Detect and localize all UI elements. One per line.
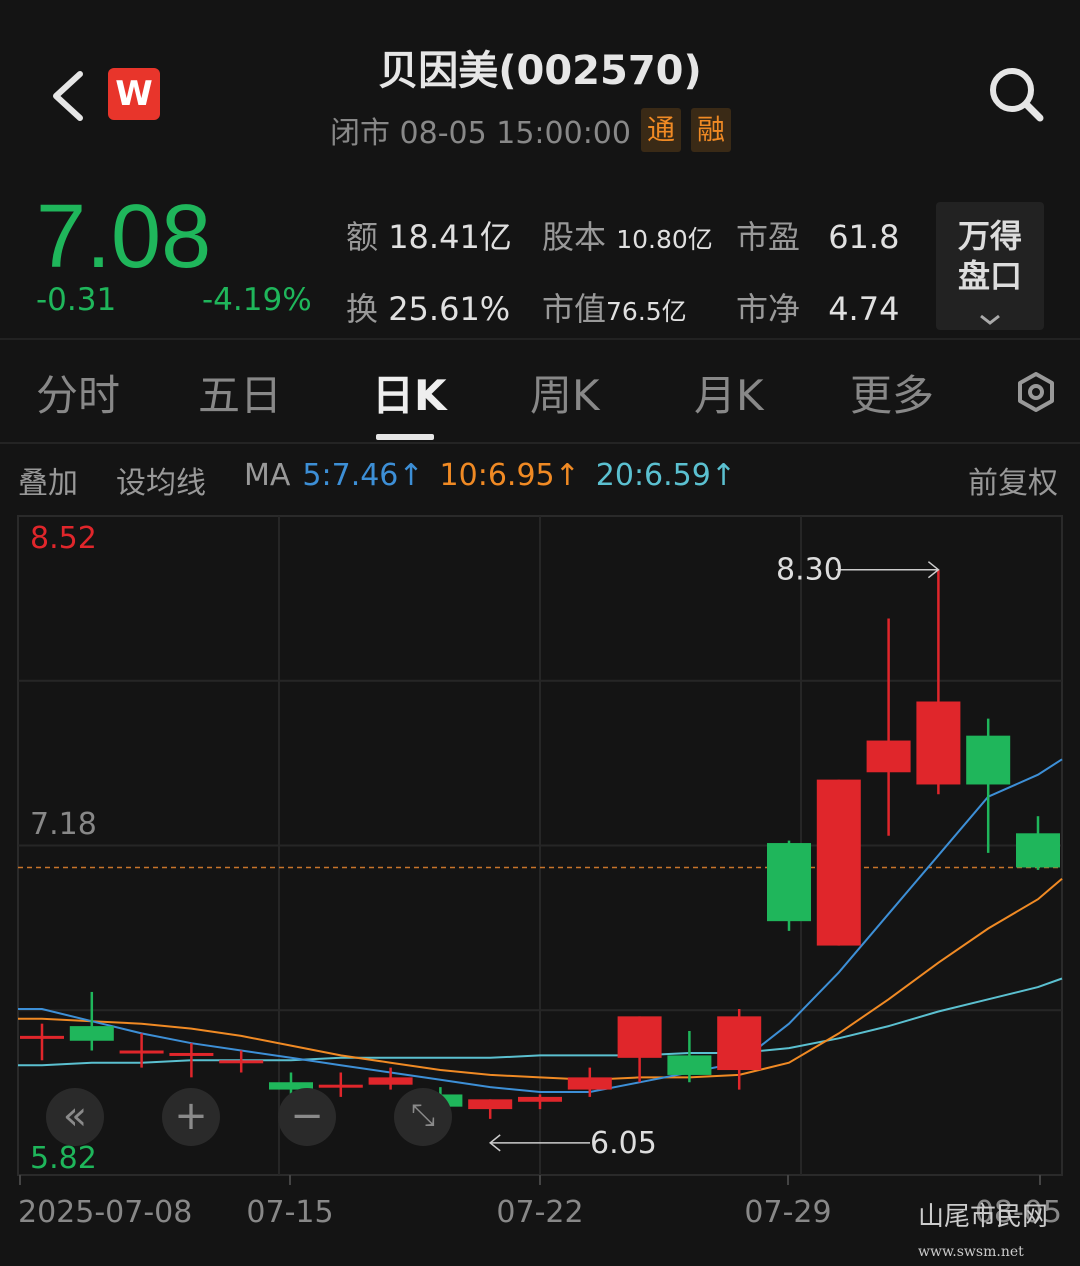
capital-value: 10.80亿: [616, 225, 713, 254]
kline-chart[interactable]: 8.52 7.18 5.82 8.30 6.05 2025-07-08 07-15 07-22…: [0, 510, 1080, 1266]
tab-intraday[interactable]: 分时: [36, 362, 120, 423]
candle-body: [667, 1055, 712, 1075]
mcap-label: 市值: [542, 290, 607, 328]
ma-label: MA: [244, 458, 291, 493]
amount-value: 18.41亿: [388, 218, 512, 256]
candle-body: [866, 740, 911, 773]
candle-body: [69, 1026, 114, 1041]
divider: [0, 442, 1080, 444]
active-tab-indicator: [376, 434, 434, 440]
market-status-text: 闭市 08-05 15:00:00: [330, 116, 631, 151]
low-annotation-label: 6.05: [590, 1126, 657, 1161]
y-max-label: 8.52: [30, 521, 97, 556]
pb-value: 4.74: [828, 290, 900, 328]
candle-body: [219, 1060, 264, 1064]
price-change-percent: -4.19%: [202, 282, 312, 318]
candle-body: [20, 1035, 64, 1039]
rewind-button[interactable]: «: [46, 1088, 104, 1146]
candle-body: [1016, 833, 1060, 868]
candle-body: [567, 1077, 612, 1090]
rong-badge: 融: [691, 108, 732, 152]
price-change: -0.31: [36, 282, 117, 318]
fullscreen-icon[interactable]: ⤡: [394, 1088, 452, 1146]
amount-label: 额: [346, 218, 379, 256]
candle-body: [617, 1016, 662, 1058]
candle-body: [966, 735, 1011, 785]
candle-body: [468, 1099, 513, 1110]
turnover-label: 换: [346, 290, 379, 328]
x-tick-label: 07-29: [744, 1195, 831, 1230]
current-price: 7.08: [36, 187, 212, 287]
pb-label: 市净: [736, 290, 801, 328]
x-tick-label: 07-22: [496, 1195, 583, 1230]
candle-body: [368, 1077, 413, 1085]
tab-weekly-k[interactable]: 周K: [530, 362, 600, 423]
pe-field: 市盈 61.8: [736, 212, 899, 258]
zoom-in-button[interactable]: +: [162, 1088, 220, 1146]
y-min-label: 5.82: [30, 1141, 97, 1176]
x-tick-label: 07-15: [246, 1195, 333, 1230]
pb-field: 市净 4.74: [736, 284, 899, 330]
adjust-button[interactable]: 前复权: [968, 458, 1058, 502]
tab-more[interactable]: 更多: [850, 362, 934, 423]
ma20-value: 20:6.59↑: [595, 458, 736, 493]
candle-body: [318, 1084, 363, 1088]
ma5-value: 5:7.46↑: [302, 458, 424, 493]
overlay-button[interactable]: 叠加: [18, 458, 78, 502]
wande-line2: 盘口: [957, 257, 1022, 295]
tab-daily-k[interactable]: 日K: [372, 362, 447, 423]
divider: [0, 338, 1080, 340]
candle-body: [717, 1016, 762, 1071]
ma-legend: 叠加 设均线 MA 5:7.46↑ 10:6.95↑ 20:6.59↑: [18, 458, 774, 502]
tong-badge: 通: [640, 108, 681, 152]
wande-orderbook-button[interactable]: 万得 盘口: [936, 202, 1044, 330]
x-tick-label: 2025-07-08: [18, 1195, 192, 1230]
amount-field: 额 18.41亿: [346, 212, 512, 258]
candle-body: [119, 1050, 164, 1054]
wande-line1: 万得: [957, 217, 1022, 255]
turnover-field: 换 25.61%: [346, 284, 510, 330]
ma10-value: 10:6.95↑: [439, 458, 580, 493]
market-status: 闭市 08-05 15:00:00 通 融: [330, 108, 732, 152]
capital-field: 股本 10.80亿: [542, 212, 713, 258]
high-annotation-label: 8.30: [776, 553, 843, 588]
mcap-value: 76.5亿: [606, 297, 687, 326]
chevron-down-icon: [980, 314, 1000, 325]
y-mid-label: 7.18: [30, 807, 97, 842]
watermark-logo: 山尾市民网 www.swsm.net: [918, 1202, 1049, 1260]
pe-value: 61.8: [828, 218, 900, 256]
tab-five-day[interactable]: 五日: [198, 362, 282, 423]
candle-body: [767, 843, 811, 922]
search-icon[interactable]: [986, 64, 1046, 124]
zoom-out-button[interactable]: −: [278, 1088, 336, 1146]
candle-body: [816, 779, 861, 946]
candle-body: [169, 1052, 214, 1056]
candle-body: [518, 1096, 562, 1102]
mcap-field: 市值76.5亿: [542, 284, 687, 330]
tab-monthly-k[interactable]: 月K: [694, 362, 764, 423]
capital-label: 股本: [542, 218, 607, 256]
chart-grid: [17, 515, 1063, 1176]
stock-title: 贝因美(002570): [378, 48, 702, 94]
settings-icon[interactable]: [1016, 372, 1056, 412]
pe-label: 市盈: [736, 218, 801, 256]
turnover-value: 25.61%: [388, 290, 511, 328]
set-ma-button[interactable]: 设均线: [116, 458, 206, 502]
candle-body: [916, 701, 961, 785]
